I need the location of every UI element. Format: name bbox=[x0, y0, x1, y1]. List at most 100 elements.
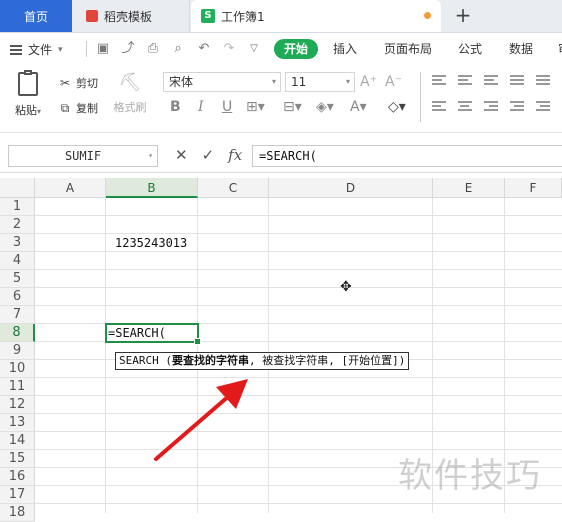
tab-workbook-label: 工作簿1 bbox=[221, 9, 265, 24]
row-header[interactable]: 13 bbox=[0, 414, 35, 432]
row-header[interactable]: 3 bbox=[0, 234, 35, 252]
font-name-select[interactable]: 宋体 ▾ bbox=[163, 72, 281, 92]
export-icon[interactable]: ⤴ bbox=[120, 41, 136, 57]
tab-workbook[interactable]: S 工作簿1 bbox=[191, 0, 441, 32]
format-painter-button[interactable]: ⛏ 格式刷 bbox=[108, 72, 152, 115]
italic-button[interactable]: I bbox=[198, 98, 204, 116]
fill-handle[interactable] bbox=[194, 338, 201, 345]
row-header[interactable]: 18 bbox=[0, 504, 35, 522]
column-header-f[interactable]: F bbox=[505, 178, 562, 198]
file-menu-button[interactable]: 文件 ▾ bbox=[10, 41, 63, 58]
cut-button[interactable]: ✂ 剪切 bbox=[58, 75, 98, 91]
paste-label: 粘贴 bbox=[14, 104, 37, 117]
spreadsheet-icon: S bbox=[201, 9, 215, 23]
cell-b3[interactable]: 1235243013 bbox=[115, 236, 187, 250]
tooltip-rest-args: , 被查找字符串, [开始位置]) bbox=[248, 354, 406, 367]
tab-docer-templates[interactable]: 稻壳模板 bbox=[72, 0, 190, 32]
active-cell-b8[interactable]: =SEARCH( bbox=[105, 323, 201, 345]
row-header[interactable]: 2 bbox=[0, 216, 35, 234]
decrease-font-icon[interactable]: A⁻ bbox=[385, 74, 402, 90]
tooltip-current-arg[interactable]: 要查找的字符串 bbox=[172, 354, 249, 367]
move-cursor-icon: ✥ bbox=[340, 279, 352, 295]
cancel-icon[interactable]: ✕ bbox=[175, 146, 188, 164]
align-center-icon[interactable] bbox=[458, 101, 472, 113]
column-header-a[interactable]: A bbox=[35, 178, 106, 198]
tab-home[interactable]: 首页 bbox=[0, 0, 72, 32]
column-header-d[interactable]: D bbox=[269, 178, 433, 198]
row-header[interactable]: 4 bbox=[0, 252, 35, 270]
distributed-icon[interactable] bbox=[536, 75, 550, 87]
unsaved-dot-icon bbox=[424, 12, 431, 19]
print-preview-icon[interactable]: ⌕ bbox=[170, 41, 186, 57]
align-right-icon[interactable] bbox=[484, 101, 498, 113]
copy-icon: ⧉ bbox=[60, 101, 70, 115]
formula-input[interactable]: =SEARCH( bbox=[252, 145, 562, 167]
print-icon[interactable]: ⎙ bbox=[145, 41, 161, 57]
tab-page-layout[interactable]: 页面布局 bbox=[376, 39, 440, 59]
tab-data[interactable]: 数据 bbox=[501, 39, 541, 59]
format-painter-label: 格式刷 bbox=[113, 101, 147, 114]
row-header[interactable]: 5 bbox=[0, 270, 35, 288]
insert-function-icon[interactable]: fx bbox=[228, 146, 242, 164]
grid-line bbox=[35, 305, 562, 306]
copy-button[interactable]: ⧉ 复制 bbox=[58, 100, 98, 116]
new-tab-button[interactable]: + bbox=[452, 5, 474, 27]
tab-review[interactable]: 审 bbox=[550, 39, 562, 59]
bold-button[interactable]: B bbox=[170, 98, 181, 116]
column-header-e[interactable]: E bbox=[433, 178, 505, 198]
border-icon[interactable]: ⊞▾ bbox=[246, 98, 265, 116]
eraser-icon[interactable]: ◇▾ bbox=[388, 98, 406, 116]
column-header-b[interactable]: B bbox=[106, 178, 198, 198]
menu-row: 文件 ▾ ▣ ⤴ ⎙ ⌕ ↶ ↷ ▽ 开始 插入 页面布局 公式 数据 审 bbox=[0, 33, 562, 65]
tab-formulas[interactable]: 公式 bbox=[450, 39, 490, 59]
font-size-select[interactable]: 11 ▾ bbox=[285, 72, 355, 92]
row-header-selected[interactable]: 8 bbox=[0, 324, 35, 342]
row-header[interactable]: 16 bbox=[0, 468, 35, 486]
save-icon[interactable]: ▣ bbox=[95, 41, 111, 57]
row-header[interactable]: 1 bbox=[0, 198, 35, 216]
align-justify-icon[interactable] bbox=[510, 75, 524, 87]
align-middle-icon[interactable] bbox=[458, 75, 472, 87]
tab-start[interactable]: 开始 bbox=[274, 39, 319, 59]
row-header[interactable]: 17 bbox=[0, 486, 35, 504]
align-bottom-icon[interactable] bbox=[484, 75, 498, 87]
brush-icon: ⛏ bbox=[118, 72, 142, 93]
grid-line bbox=[35, 215, 562, 216]
row-header[interactable]: 11 bbox=[0, 378, 35, 396]
clipboard-icon bbox=[18, 70, 38, 96]
grid-line bbox=[35, 269, 562, 270]
grid-line bbox=[35, 503, 562, 504]
row-header[interactable]: 10 bbox=[0, 360, 35, 378]
row-header[interactable]: 6 bbox=[0, 288, 35, 306]
align-left-icon[interactable] bbox=[432, 101, 446, 113]
fill-color-icon[interactable]: ◈▾ bbox=[316, 98, 334, 116]
cell-b8-editor[interactable]: =SEARCH( bbox=[108, 326, 166, 340]
redo-icon[interactable]: ↷ bbox=[221, 41, 237, 57]
hamburger-icon bbox=[10, 44, 22, 55]
divider bbox=[86, 41, 87, 57]
grid-line bbox=[35, 377, 562, 378]
undo-icon[interactable]: ↶ bbox=[196, 41, 212, 57]
row-header[interactable]: 12 bbox=[0, 396, 35, 414]
column-header-c[interactable]: C bbox=[198, 178, 269, 198]
row-header[interactable]: 9 bbox=[0, 342, 35, 360]
select-all-corner[interactable] bbox=[0, 178, 35, 198]
name-box[interactable]: SUMIF ▾ bbox=[8, 145, 158, 167]
quick-access-dropdown-icon[interactable]: ▽ bbox=[246, 41, 262, 57]
indent-increase-icon[interactable] bbox=[536, 101, 550, 113]
chevron-down-icon: ▾ bbox=[148, 151, 153, 160]
row-header[interactable]: 14 bbox=[0, 432, 35, 450]
indent-decrease-icon[interactable] bbox=[510, 101, 524, 113]
confirm-icon[interactable]: ✓ bbox=[202, 146, 215, 164]
grid-line bbox=[35, 395, 562, 396]
grid-line bbox=[35, 431, 562, 432]
increase-font-icon[interactable]: A⁺ bbox=[360, 74, 377, 90]
tab-insert[interactable]: 插入 bbox=[325, 39, 365, 59]
merge-cells-icon[interactable]: ⊟▾ bbox=[283, 98, 302, 116]
align-top-icon[interactable] bbox=[432, 75, 446, 87]
underline-button[interactable]: U bbox=[222, 98, 232, 116]
paste-button[interactable]: 粘贴▾ bbox=[10, 70, 46, 118]
row-header[interactable]: 15 bbox=[0, 450, 35, 468]
row-header[interactable]: 7 bbox=[0, 306, 35, 324]
font-color-icon[interactable]: A▾ bbox=[350, 98, 367, 116]
